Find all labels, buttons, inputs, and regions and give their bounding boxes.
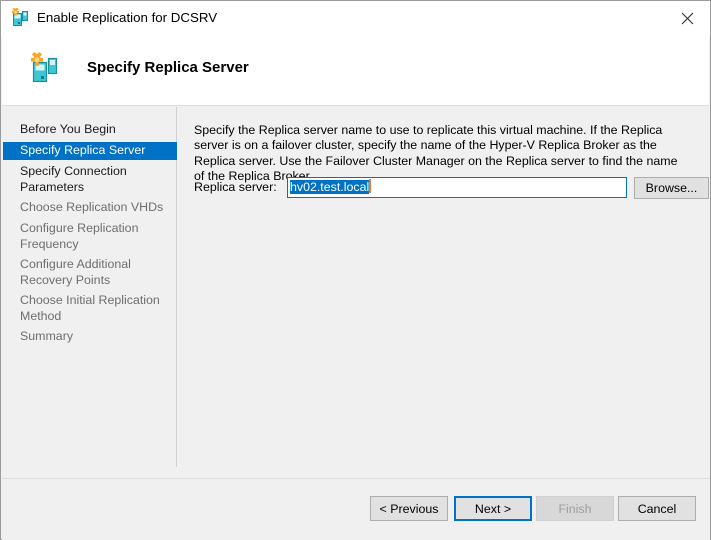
sidebar-item-label: Specify Connection Parameters [20, 164, 127, 194]
sidebar-item-label: Choose Initial Replication Method [20, 293, 160, 323]
next-button[interactable]: Next > [454, 496, 532, 521]
dialog-body: Before You Begin Specify Replica Server … [2, 107, 710, 478]
text-caret [369, 179, 371, 193]
sidebar-item-label: Summary [20, 329, 73, 343]
replica-server-row: Replica server: hv02.test.local Browse..… [194, 177, 704, 199]
dialog-footer: < Previous Next > Finish Cancel [2, 478, 710, 540]
previous-button[interactable]: < Previous [370, 496, 448, 521]
sidebar-item-label: Choose Replication VHDs [20, 200, 163, 214]
sidebar-item-label: Before You Begin [20, 122, 116, 136]
browse-button[interactable]: Browse... [634, 177, 709, 199]
close-icon[interactable] [665, 1, 710, 35]
replica-server-input[interactable]: hv02.test.local [287, 177, 627, 198]
sidebar-item-specify-connection-parameters[interactable]: Specify Connection Parameters [3, 163, 177, 196]
page-title: Specify Replica Server [87, 59, 249, 76]
sidebar-item-specify-replica-server[interactable]: Specify Replica Server [3, 142, 177, 160]
window-title: Enable Replication for DCSRV [37, 10, 217, 25]
dialog-window: Enable Replication for DCSRV [0, 0, 711, 540]
sidebar-item-summary[interactable]: Summary [3, 328, 177, 346]
wizard-steps-sidebar: Before You Begin Specify Replica Server … [2, 107, 177, 467]
sidebar-item-configure-additional-recovery-points[interactable]: Configure Additional Recovery Points [3, 256, 177, 289]
sidebar-item-label: Specify Replica Server [20, 143, 145, 157]
sidebar-item-configure-replication-frequency[interactable]: Configure Replication Frequency [3, 220, 177, 253]
replica-server-value: hv02.test.local [290, 180, 369, 194]
hyper-v-replication-icon [28, 52, 62, 86]
hyper-v-replication-icon [10, 8, 30, 28]
wizard-header: Specify Replica Server [2, 36, 709, 106]
sidebar-item-before-you-begin[interactable]: Before You Begin [3, 121, 177, 139]
sidebar-item-label: Configure Additional Recovery Points [20, 257, 131, 287]
wizard-main-panel: Specify the Replica server name to use t… [178, 107, 710, 478]
replica-server-label: Replica server: [194, 180, 277, 194]
cancel-button[interactable]: Cancel [618, 496, 696, 521]
finish-button: Finish [536, 496, 614, 521]
sidebar-item-choose-initial-replication-method[interactable]: Choose Initial Replication Method [3, 292, 177, 325]
sidebar-item-choose-replication-vhds[interactable]: Choose Replication VHDs [3, 199, 177, 217]
title-bar: Enable Replication for DCSRV [1, 1, 710, 36]
sidebar-item-label: Configure Replication Frequency [20, 221, 138, 251]
page-description: Specify the Replica server name to use t… [194, 123, 683, 185]
